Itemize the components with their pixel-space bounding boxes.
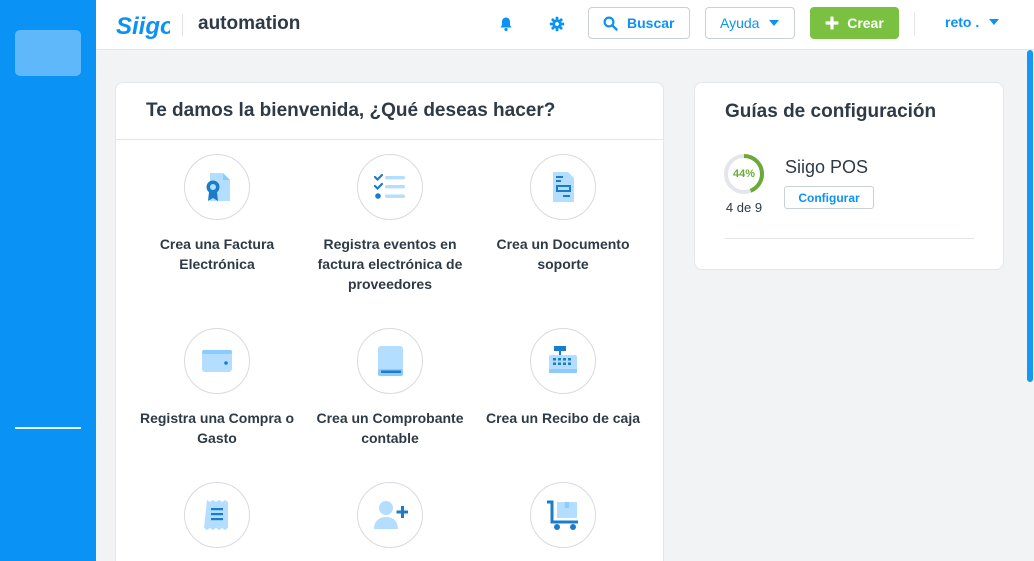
action-icon-circle xyxy=(184,482,250,548)
action-label: Crea un Comprobante contable xyxy=(316,410,464,446)
configuration-guides-card: Guías de configuración 44% 4 de 9 Siigo … xyxy=(694,82,1004,270)
action-cash-receipt[interactable]: Crea un Recibo de caja xyxy=(476,328,650,428)
cash-register-icon xyxy=(549,346,577,373)
action-label: Crea un Recibo de caja xyxy=(485,410,641,426)
help-label: Ayuda xyxy=(720,15,760,31)
action-supplier-events[interactable]: Registra eventos en factura electrónica … xyxy=(303,154,477,294)
welcome-title: Te damos la bienvenida, ¿Qué deseas hace… xyxy=(116,83,663,140)
action-icon-circle xyxy=(357,154,423,220)
search-button-label: Buscar xyxy=(627,15,675,31)
svg-text:Siigo: Siigo xyxy=(116,13,170,40)
sidebar-divider xyxy=(15,427,81,429)
search-button[interactable]: Buscar xyxy=(588,7,690,39)
chevron-down-icon xyxy=(769,20,780,26)
guides-title: Guías de configuración xyxy=(725,101,937,122)
action-add-user[interactable] xyxy=(303,482,477,561)
action-icon-circle xyxy=(184,328,250,394)
action-accounting-voucher[interactable]: Crea un Comprobante contable xyxy=(303,328,477,448)
help-dropdown[interactable]: Ayuda xyxy=(705,7,795,39)
receipt-icon xyxy=(204,500,228,530)
action-label: Registra una Compra o Gasto xyxy=(139,410,295,446)
plus-icon xyxy=(825,16,839,30)
notifications-bell-icon[interactable] xyxy=(494,12,518,36)
progress-count: 4 de 9 xyxy=(725,200,763,215)
logo-separator xyxy=(182,14,183,36)
user-name: reto . xyxy=(945,14,980,30)
page-scrollbar[interactable] xyxy=(1025,50,1034,561)
welcome-card: Te damos la bienvenida, ¿Qué deseas hace… xyxy=(115,82,664,561)
action-icon-circle xyxy=(530,328,596,394)
configure-button[interactable]: Configurar xyxy=(784,186,874,209)
sidebar-menu-block[interactable] xyxy=(15,30,81,76)
action-icon-circle xyxy=(530,154,596,220)
certificate-document-icon xyxy=(206,173,230,201)
guides-divider xyxy=(725,238,974,239)
settings-gear-icon[interactable] xyxy=(545,12,569,36)
guide-name: Siigo POS xyxy=(785,157,869,177)
create-button[interactable]: Crear xyxy=(810,7,899,39)
action-receipt[interactable] xyxy=(130,482,304,561)
search-icon xyxy=(603,15,618,31)
support-document-icon xyxy=(553,172,574,202)
action-icon-circle xyxy=(357,482,423,548)
action-icon-circle xyxy=(184,154,250,220)
action-icon-circle xyxy=(530,482,596,548)
action-label: Crea un Documento soporte xyxy=(496,236,630,272)
action-label: Registra eventos en factura electrónica … xyxy=(317,236,463,292)
create-button-label: Crear xyxy=(847,15,884,31)
action-create-invoice[interactable]: Crea una Factura Electrónica xyxy=(130,154,304,274)
company-name: automation xyxy=(198,13,301,34)
checklist-icon xyxy=(373,173,405,199)
accounting-book-icon xyxy=(378,346,403,376)
top-bar: Siigo automation Buscar Ayuda Crear reto… xyxy=(96,0,1034,50)
topbar-separator xyxy=(914,12,915,36)
user-menu[interactable]: reto . xyxy=(945,14,1000,30)
siigo-logo[interactable]: Siigo xyxy=(114,8,170,42)
action-icon-circle xyxy=(357,328,423,394)
progress-percent: 44% xyxy=(732,168,756,180)
inventory-cart-icon xyxy=(547,500,578,530)
action-support-document[interactable]: Crea un Documento soporte xyxy=(476,154,650,274)
add-user-icon xyxy=(374,501,408,529)
wallet-icon xyxy=(202,350,232,372)
action-inventory[interactable] xyxy=(476,482,650,561)
action-label: Crea una Factura Electrónica xyxy=(159,236,275,272)
sidebar xyxy=(0,0,96,561)
scrollbar-thumb[interactable] xyxy=(1027,50,1033,382)
chevron-down-icon xyxy=(989,19,1000,25)
action-purchase-expense[interactable]: Registra una Compra o Gasto xyxy=(130,328,304,448)
